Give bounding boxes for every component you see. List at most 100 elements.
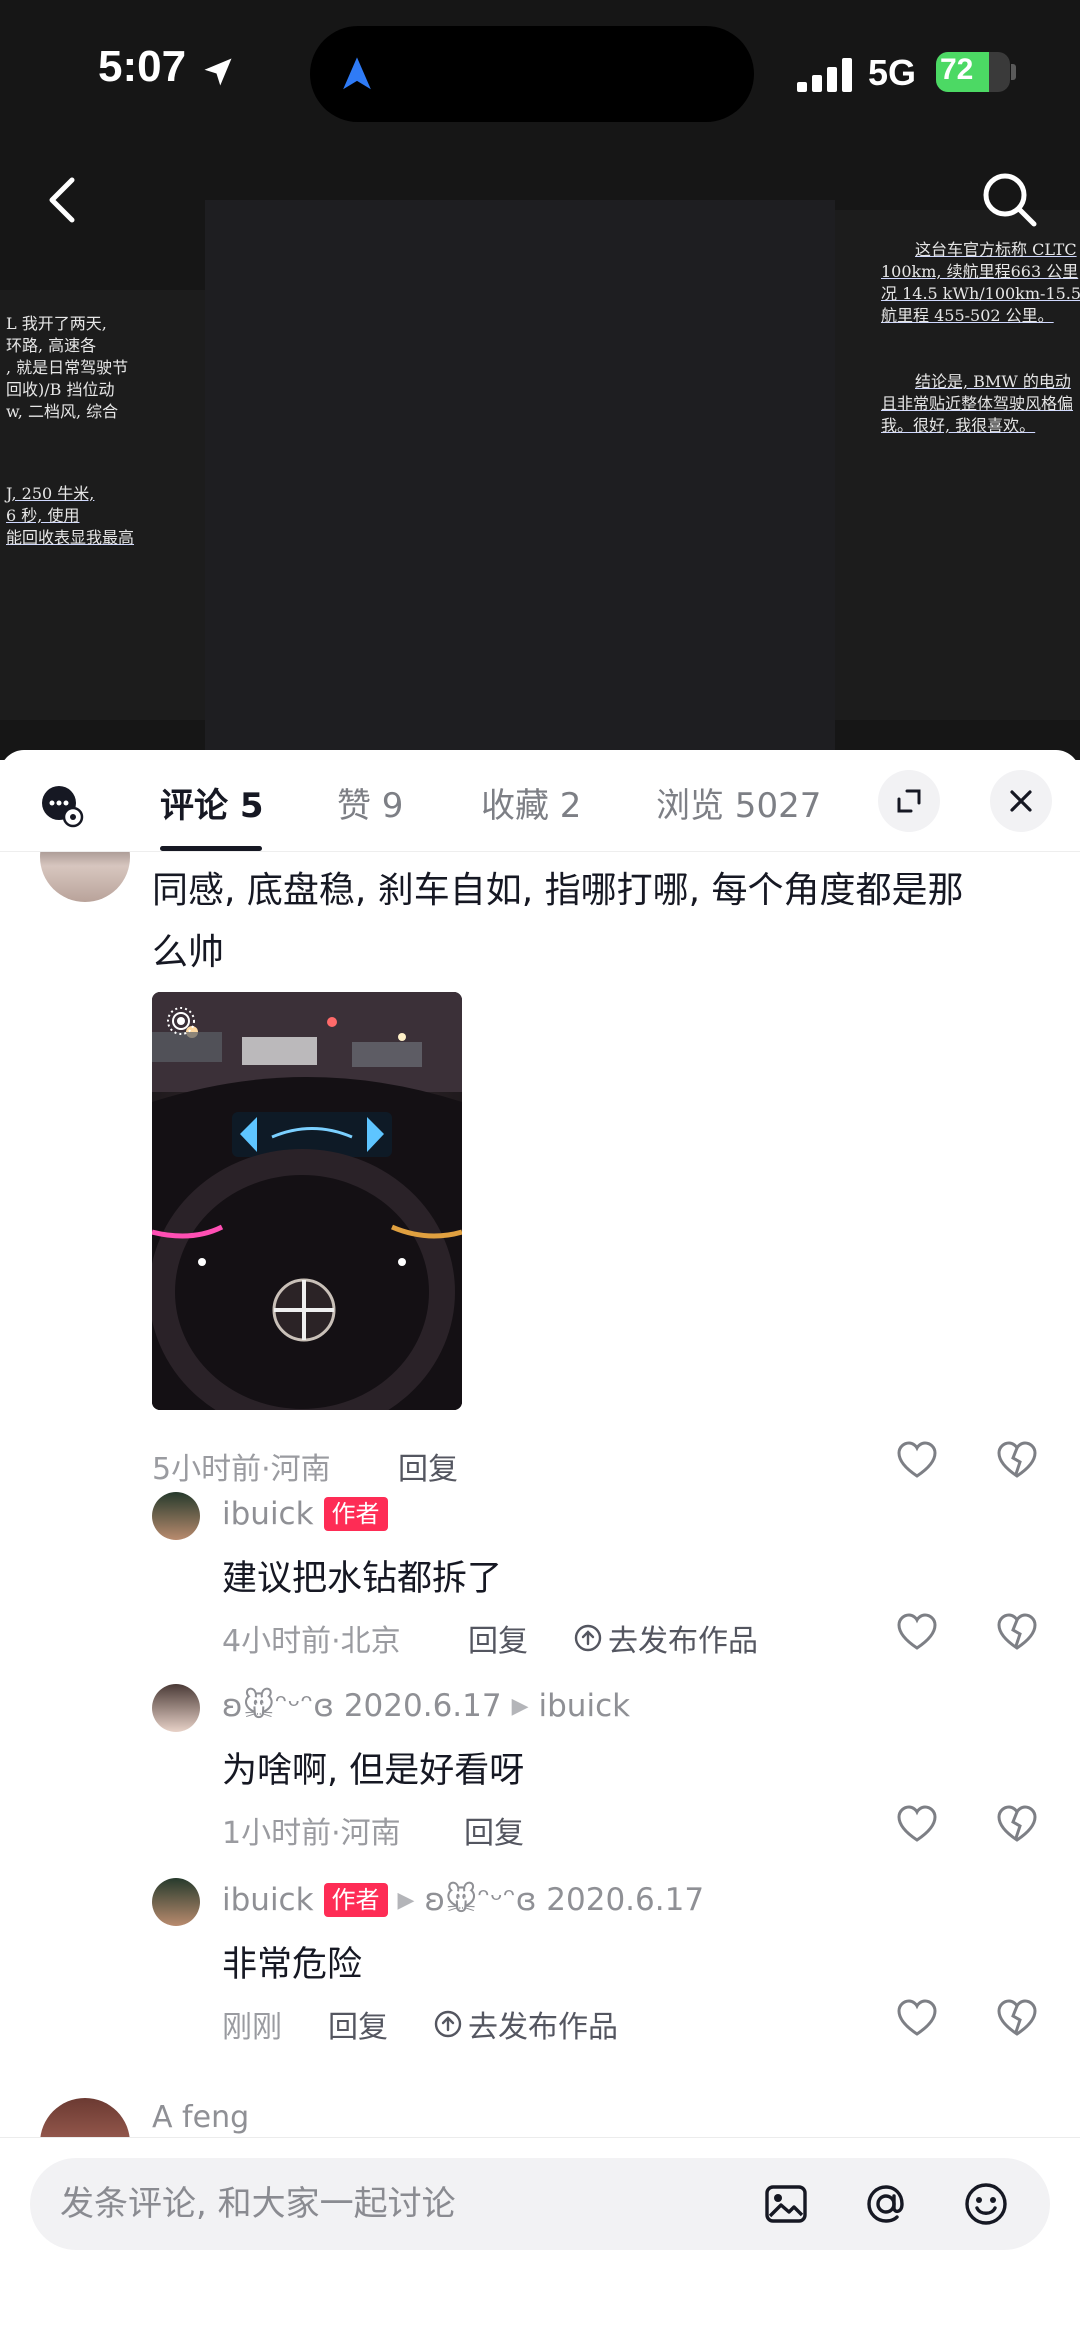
dislike-icon[interactable] [996,1804,1038,1846]
reply-meta: 1小时前·河南 [222,1816,401,1851]
reply-to-name: ʚ🐭ᵔᵕᵔɞ 2020.6.17 [424,1882,705,1918]
reply-meta: 刚刚 [222,2010,282,2045]
reply-author-name: ibuick [222,1496,314,1532]
image-picker-icon[interactable] [762,2180,810,2228]
reply-author[interactable]: ʚ🐭ᵔᵕᵔɞ 2020.6.17 ▶ ibuick [222,1688,630,1724]
arrow-up-circle-icon [574,1624,602,1652]
doc-text-line: 且非常贴近整体驾驶风格偏 [881,394,1074,413]
dislike-icon[interactable] [996,1998,1038,2040]
close-button[interactable] [990,770,1052,832]
reply-to-arrow-icon: ▶ [511,1693,529,1719]
search-button[interactable] [978,168,1042,232]
commenter-name[interactable]: A feng [152,2100,249,2135]
comment-input-box[interactable] [30,2158,1050,2250]
doc-text-line: 这台车官方标称 CLTC [915,240,1077,259]
doc-text-line: L 我开了两天, [6,314,107,333]
expand-button[interactable] [878,770,940,832]
status-bar: 5:07 5G 72 [0,0,1080,140]
publish-work-label: 去发布作品 [468,2010,618,2045]
cellular-signal-icon [797,58,852,92]
battery-percent: 72 [940,53,974,86]
doc-text-line: 100km, 续航里程663 公里 [881,262,1079,281]
reply-author-name: ʚ🐭ᵔᵕᵔɞ 2020.6.17 [222,1688,502,1724]
doc-text-line: 回收)/B 挡位动 [6,380,115,399]
reply-button[interactable]: 回复 [328,2002,388,2046]
reply-button[interactable]: 回复 [468,1616,528,1660]
reply-text: 非常危险 [222,1945,363,1985]
comment-list[interactable]: 同感, 底盘稳, 刹车自如, 指哪打哪, 每个角度都是那 么帅 5小时前·河南 … [0,852,1080,2142]
arrow-up-circle-icon [434,2010,462,2038]
reply-avatar[interactable] [152,1684,200,1732]
search-icon [983,173,1037,227]
heart-icon[interactable] [896,1804,938,1846]
commenter-avatar[interactable] [40,2098,130,2142]
publish-work-link[interactable]: 去发布作品 [434,2002,618,2046]
expand-icon [897,789,921,813]
comment-text: 同感, 底盘稳, 刹车自如, 指哪打哪, 每个角度都是那 [152,870,964,911]
live-photo-icon [167,1007,195,1035]
back-button[interactable] [38,170,88,230]
chat-settings-icon[interactable] [40,784,84,828]
dislike-icon[interactable] [996,1440,1038,1482]
doc-text-line: 环路, 高速各 [6,336,97,355]
doc-text-line: , 就是日常驾驶节 [6,358,129,377]
close-icon [1010,790,1032,812]
commenter-avatar[interactable] [40,852,130,902]
battery-indicator: 72 [936,52,1010,92]
screen: L 我开了两天, 环路, 高速各 , 就是日常驾驶节 回收)/B 挡位动 w, … [0,0,1080,2341]
tab-likes[interactable]: 赞 9 [337,778,403,827]
navigation-arrow-icon [343,57,371,90]
reply-avatar[interactable] [152,1878,200,1926]
comment-input[interactable] [60,2178,760,2230]
doc-text-line: w, 二档风, 综合 [6,402,119,421]
status-time: 5:07 [98,42,187,91]
reply-button[interactable]: 回复 [464,1808,524,1852]
chevron-left-icon [49,177,75,223]
tab-views[interactable]: 浏览 5027 [656,778,821,827]
reply-meta: 4小时前·北京 [222,1624,401,1659]
doc-text-line: 6 秒, 使用 [6,506,80,525]
reply-author[interactable]: ibuick 作者 ▶ ʚ🐭ᵔᵕᵔɞ 2020.6.17 [222,1882,704,1918]
tab-favorites[interactable]: 收藏 2 [481,778,581,827]
comment-meta: 5小时前·河南 [152,1452,331,1487]
emoji-icon[interactable] [962,2180,1010,2228]
reply-text: 建议把水钻都拆了 [222,1559,503,1599]
comment-tabs-bar: 评论 5 赞 9 收藏 2 浏览 5027 [0,750,1080,852]
reply-to-name: ibuick [538,1688,631,1724]
heart-icon[interactable] [896,1612,938,1654]
comment-panel: 评论 5 赞 9 收藏 2 浏览 5027 同感, 底盘稳, 刹车自如, 指哪打… [0,750,1080,2341]
dislike-icon[interactable] [996,1612,1038,1654]
document-page-center [205,200,835,760]
doc-text-line: 结论是, BMW 的电动 [915,372,1071,391]
comment-photo[interactable] [152,992,462,1410]
publish-work-link[interactable]: 去发布作品 [574,1616,758,1660]
network-type: 5G [868,52,917,93]
battery-cap [1011,64,1016,80]
post-image-viewer: L 我开了两天, 环路, 高速各 , 就是日常驾驶节 回收)/B 挡位动 w, … [0,0,1080,760]
document-page-left: L 我开了两天, 环路, 高速各 , 就是日常驾驶节 回收)/B 挡位动 w, … [0,290,205,720]
doc-text-line: J, 250 牛米, [6,484,95,503]
reply-avatar[interactable] [152,1492,200,1540]
comment-input-bar [0,2137,1080,2341]
car-dashboard-photo [152,992,462,1410]
heart-icon[interactable] [896,1440,938,1482]
reply-text: 为啥啊, 但是好看呀 [222,1751,525,1791]
author-badge: 作者 [323,1497,388,1531]
doc-text-line: 况 14.5 kWh/100km-15.5 [881,284,1080,303]
reply-button[interactable]: 回复 [398,1444,458,1488]
tab-comments[interactable]: 评论 5 [160,778,264,827]
location-arrow-icon [204,58,232,86]
heart-icon[interactable] [896,1998,938,2040]
mention-icon[interactable] [862,2180,910,2228]
dynamic-island [310,26,754,122]
doc-text-line: 航里程 455-502 公里。 [881,306,1054,325]
document-page-right: 这台车官方标称 CLTC 100km, 续航里程663 公里 况 14.5 kW… [835,210,1080,720]
publish-work-label: 去发布作品 [608,1624,758,1659]
reply-author-name: ibuick [222,1882,314,1918]
author-badge: 作者 [323,1883,388,1917]
reply-author[interactable]: ibuick 作者 [222,1496,388,1532]
doc-text-line: 能回收表显我最高 [6,528,135,547]
active-tab-indicator [160,846,262,851]
reply-to-arrow-icon: ▶ [397,1887,415,1913]
doc-text-line: 我。很好, 我很喜欢。 [881,416,1036,435]
